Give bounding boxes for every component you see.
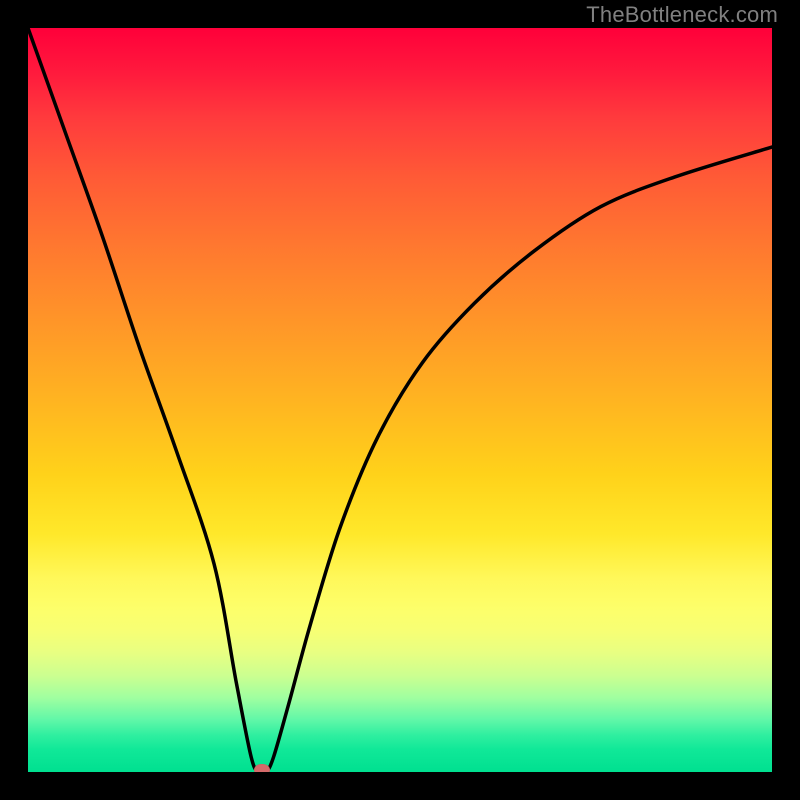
- curve-svg: [28, 28, 772, 772]
- plot-area: [28, 28, 772, 772]
- watermark-text: TheBottleneck.com: [586, 2, 778, 28]
- minimum-marker: [254, 764, 270, 772]
- bottleneck-curve: [28, 28, 772, 772]
- outer-frame: TheBottleneck.com: [0, 0, 800, 800]
